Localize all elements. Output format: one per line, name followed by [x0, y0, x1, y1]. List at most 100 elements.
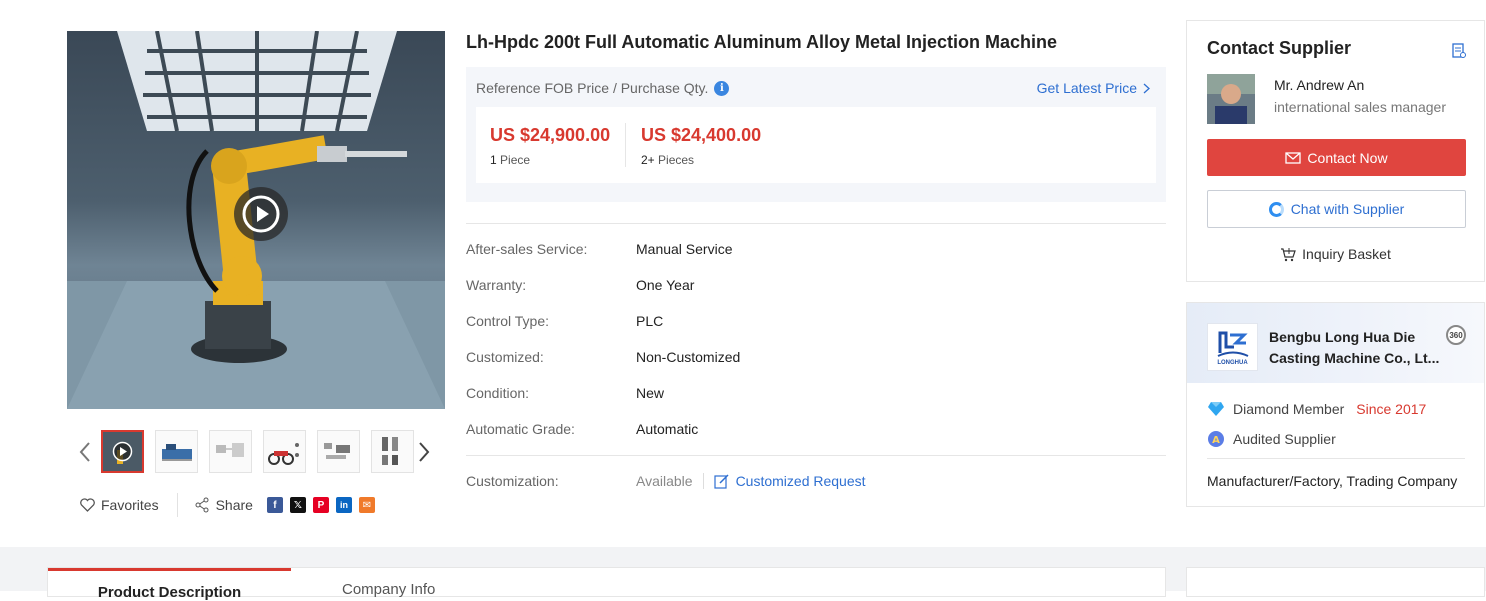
chevron-left-icon [79, 442, 90, 462]
gallery-actions: Favorites Share f 𝕏 P in ✉ [80, 493, 375, 517]
chat-with-supplier-button[interactable]: Chat with Supplier [1207, 190, 1466, 228]
logo-text: LONGHUA [1217, 359, 1248, 366]
customization-divider [702, 473, 704, 489]
tier-qty-unit: Pieces [658, 153, 695, 167]
cart-icon [1281, 247, 1296, 261]
attribute-row: After-sales Service: Manual Service [466, 241, 733, 261]
attribute-value: Automatic [636, 421, 699, 437]
share-label: Share [215, 497, 253, 513]
attribute-key: Warranty: [466, 277, 527, 293]
audit-360-badge-icon[interactable]: 360 [1446, 325, 1466, 345]
parts-thumb-image [324, 443, 350, 459]
thumb-prev-button[interactable] [76, 438, 94, 466]
play-icon [103, 432, 142, 471]
price-tier: US $24,400.00 2+ Pieces [641, 125, 761, 167]
thumbnail-motorcycle[interactable] [263, 430, 306, 473]
business-card-icon[interactable] [1452, 43, 1466, 59]
customized-request-text: Customized Request [735, 473, 866, 489]
thumbnail-parts-set[interactable] [371, 430, 414, 473]
price-tiers: US $24,900.00 1 Piece US $24,400.00 2+ P… [476, 107, 1156, 183]
facebook-icon[interactable]: f [266, 497, 283, 513]
price-tier: US $24,900.00 1 Piece [490, 125, 610, 167]
rep-title: international sales manager [1274, 99, 1446, 115]
email-icon[interactable]: ✉ [358, 497, 375, 513]
thumbnail-strip [101, 430, 414, 473]
get-latest-price-link[interactable]: Get Latest Price [1037, 80, 1150, 96]
thumbnail-machine[interactable] [155, 430, 198, 473]
share-button[interactable]: Share [194, 497, 253, 513]
rep-photo [1207, 74, 1255, 124]
avatar [1207, 74, 1255, 124]
favorites-button[interactable]: Favorites [80, 497, 159, 513]
divider [1207, 458, 1465, 459]
contact-now-label: Contact Now [1307, 149, 1388, 166]
diagram-thumb-image [216, 443, 244, 457]
company-name[interactable]: Bengbu Long Hua Die Casting Machine Co.,… [1269, 327, 1449, 369]
customization-value: Available [636, 473, 693, 489]
mail-icon [1285, 151, 1302, 164]
attribute-value: Non-Customized [636, 349, 741, 365]
member-level: Diamond Member [1233, 401, 1345, 417]
attribute-key: After-sales Service: [466, 241, 588, 257]
inquiry-basket-link[interactable]: Inquiry Basket [1187, 246, 1484, 262]
tab-company-info[interactable]: Company Info [342, 568, 435, 598]
machine-thumb-image [162, 444, 192, 461]
get-latest-price-text: Get Latest Price [1036, 80, 1137, 96]
chat-icon [1268, 201, 1284, 217]
contact-supplier-card: Contact Supplier Mr. Andrew An internati… [1186, 20, 1485, 282]
motorcycle-thumb-image [268, 443, 299, 465]
play-video-button[interactable] [234, 187, 288, 241]
audited-badge-icon: A [1208, 431, 1224, 447]
thumbnail-parts-sheet[interactable] [317, 430, 360, 473]
attribute-key: Customized: [466, 349, 544, 365]
divider [466, 455, 1166, 456]
contact-supplier-heading: Contact Supplier [1207, 38, 1352, 58]
chevron-right-icon [1143, 83, 1150, 93]
attribute-row: Customized: Non-Customized [466, 349, 740, 369]
divider [466, 223, 1166, 224]
audited-row: A Audited Supplier [1207, 430, 1336, 448]
actions-divider [176, 493, 178, 517]
detail-tabs: Product Description Company Info [47, 567, 1166, 601]
thumb-next-button[interactable] [415, 438, 433, 466]
attribute-key: Control Type: [466, 313, 550, 329]
sidebar-panel [1186, 567, 1485, 597]
tier-qty-number: 1 [490, 153, 497, 167]
linkedin-icon[interactable]: in [335, 497, 352, 513]
thumbnail-diagram[interactable] [209, 430, 252, 473]
customization-row: Customization: Available Customized Requ… [466, 473, 866, 489]
contact-now-button[interactable]: Contact Now [1207, 139, 1466, 176]
parts-set-thumb-image [382, 437, 398, 465]
attribute-row: Warranty: One Year [466, 277, 694, 297]
attribute-value: New [636, 385, 665, 401]
x-icon[interactable]: 𝕏 [289, 497, 306, 513]
customized-request-link[interactable]: Customized Request [713, 473, 866, 489]
membership-row: Diamond Member Since 2017 [1207, 401, 1426, 417]
product-title: Lh-Hpdc 200t Full Automatic Aluminum All… [466, 32, 1058, 52]
tier-divider [625, 123, 626, 167]
audited-label: Audited Supplier [1233, 431, 1336, 447]
attribute-value: PLC [636, 313, 664, 329]
thumbnail-video[interactable] [101, 430, 144, 473]
company-header[interactable]: LONGHUA Bengbu Long Hua Die Casting Mach… [1187, 303, 1484, 383]
member-since: Since 2017 [1356, 401, 1427, 417]
play-icon [242, 195, 280, 233]
attribute-value: Manual Service [636, 241, 733, 257]
attribute-row: Condition: New [466, 385, 664, 405]
pinterest-icon[interactable]: P [312, 497, 329, 513]
inquiry-basket-label: Inquiry Basket [1302, 246, 1391, 262]
tier-qty-number: 2+ [641, 153, 655, 167]
tier-price: US $24,400.00 [641, 125, 762, 145]
heart-icon [80, 498, 95, 512]
info-icon[interactable]: i [714, 80, 730, 96]
attribute-row: Automatic Grade: Automatic [466, 421, 698, 441]
edit-icon [713, 474, 729, 489]
reference-price-label: Reference FOB Price / Purchase Qty. i [476, 80, 730, 96]
longhua-logo-mark [1217, 331, 1248, 357]
social-share-icons: f 𝕏 P in ✉ [266, 497, 375, 513]
attribute-key: Automatic Grade: [466, 421, 575, 437]
share-icon [195, 497, 209, 513]
tab-product-description[interactable]: Product Description [48, 568, 291, 601]
diamond-icon [1208, 402, 1224, 416]
product-main-image[interactable] [67, 31, 445, 409]
